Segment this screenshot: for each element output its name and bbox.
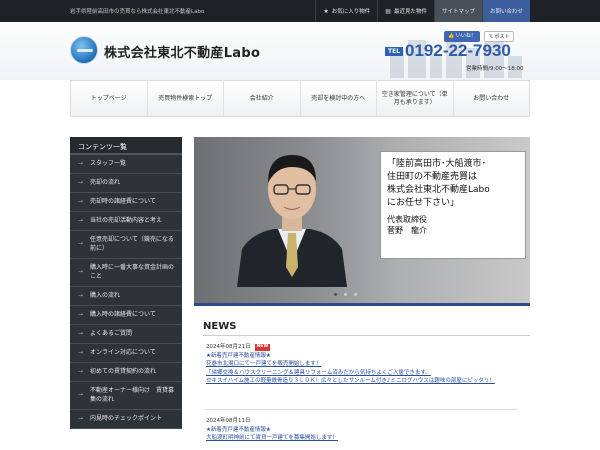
slider-dot[interactable] [354,293,357,296]
sidebar-item[interactable]: 売却時の諸経費について [70,193,182,212]
top-bar: 岩手県陸前高田市の売買なら株式会社東北不動産Labo ★ お気に入り物件 ▤ 最… [0,0,600,22]
representative-signature: 代表取締役 菅野 龍介 [387,215,427,236]
news-headline[interactable]: ★新着売戸建不動産情報★ [206,426,526,435]
business-hours: 営業時間/9:00〜18:00 [466,66,524,72]
sidebar-item[interactable]: スタッフ一覧 [70,155,182,174]
sidebar-item[interactable]: 購入時の諸経費について [70,306,182,325]
slider-dot[interactable] [344,293,347,296]
sidebar-item[interactable]: 売却の流れ [70,174,182,193]
news-separator [206,409,518,410]
news-divider [203,335,530,336]
news-date: 2024年08月11日 [206,418,251,424]
recent-label: 最近見た物件 [393,9,427,15]
hero-slider[interactable]: 「陸前高田市･大船渡市･ 住田町の不動産売買は 株式会社東北不動産Labo にお… [194,137,530,303]
sidebar-item[interactable]: オンライン対応について [70,344,182,363]
new-badge: NEW [254,343,271,351]
slider-pagination [334,293,357,296]
recent-link[interactable]: ▤ 最近見た物件 [377,0,434,22]
slider-accent-bar [194,303,530,306]
sidebar-item[interactable]: 内見時のチェックポイント [70,410,182,429]
favorites-link[interactable]: ★ お気に入り物件 [315,0,377,22]
sidebar-item[interactable]: 当社の売却活動内容と考え [70,212,182,231]
sidebar-item[interactable]: 不動産オーナー様向け 賃貸募集の流れ [70,382,182,410]
top-links: ★ お気に入り物件 ▤ 最近見た物件 サイトマップ お問い合わせ [315,0,530,22]
facebook-like-label: いいね！ [455,33,476,39]
sidebar-item[interactable]: 任意売却について（競売になる前に） [70,231,182,259]
favorites-label: お気に入り物件 [331,9,371,15]
slider-dot[interactable] [334,293,337,296]
sidebar-title: コンテンツ一覧 [70,137,182,155]
nav-selling[interactable]: 売却を検討中の方へ [301,81,377,116]
news-item: 2024年08月21日 NEW ★新着売戸建不動産情報★ 花巻市北湯口にて一戸建… [206,343,526,386]
nav-contact[interactable]: お問い合わせ [454,81,530,116]
news-line[interactable]: 「帰郷交換＆ハウスクリーニング＆建具リフォーム済みだから気持ちよくご入居できます… [206,369,526,378]
nav-company[interactable]: 会社紹介 [224,81,301,116]
nav-top[interactable]: トップページ [70,81,148,116]
sidebar-item[interactable]: 購入時に一番大事な資金計画のこと [70,259,182,287]
slogan-text: 「陸前高田市･大船渡市･ 住田町の不動産売買は 株式会社東北不動産Labo にお… [387,159,490,209]
news-heading: NEWS [203,321,237,332]
company-name[interactable]: 株式会社東北不動産Labo [104,42,260,61]
star-icon: ★ [323,7,329,15]
sidebar-item[interactable]: 初めての賃貸契約の流れ [70,363,182,382]
nav-property-search[interactable]: 売買物件検索トップ [148,81,224,116]
x-post-label: ポスト [494,34,510,40]
news-date: 2024年08月21日 [206,344,251,350]
contact-link[interactable]: お問い合わせ [481,0,530,22]
news-line[interactable]: 大船渡町明神前にて賃貸一戸建てを募集開始します！ [206,434,526,443]
site-tagline: 岩手県陸前高田市の売買なら株式会社東北不動産Labo [70,9,205,15]
phone-number[interactable]: 0192-22-7930 [405,41,511,61]
news-headline[interactable]: ★新着売戸建不動産情報★ [206,352,526,361]
news-item: 2024年08月11日 ★新着売戸建不動産情報★ 大船渡町明神前にて賃貸一戸建て… [206,417,526,443]
sitemap-link[interactable]: サイトマップ [433,0,482,22]
slogan-box: 「陸前高田市･大船渡市･ 住田町の不動産売買は 株式会社東北不動産Labo にお… [380,151,526,259]
header: 株式会社東北不動産Labo 👍 いいね！ 𝕏 ポスト TEL 0192-22-7… [0,22,600,80]
sidebar-item[interactable]: よくあるご質問 [70,325,182,344]
tel-label: TEL [385,47,404,56]
news-date-row: 2024年08月21日 NEW [206,343,526,352]
news-date-row: 2024年08月11日 [206,417,526,426]
news-line[interactable]: 花巻市北湯口にて一戸建てを販売開始します！ [206,360,526,369]
news-line[interactable]: セキスイハイム施工の軽量鉄骨造り３ＬＤＫ！広々としたサンルーム付き♪ミニログハウ… [206,377,526,386]
company-logo[interactable] [70,36,98,64]
main-nav: トップページ 売買物件検索トップ 会社紹介 売却を検討中の方へ 空き家管理につい… [70,80,530,117]
sidebar-item[interactable]: 購入の流れ [70,287,182,306]
document-icon: ▤ [385,7,391,15]
representative-photo [237,155,347,287]
nav-vacant-house[interactable]: 空き家管理について（単月も承ります） [377,81,454,116]
sidebar: コンテンツ一覧 スタッフ一覧 売却の流れ 売却時の諸経費について 当社の売却活動… [70,137,182,429]
